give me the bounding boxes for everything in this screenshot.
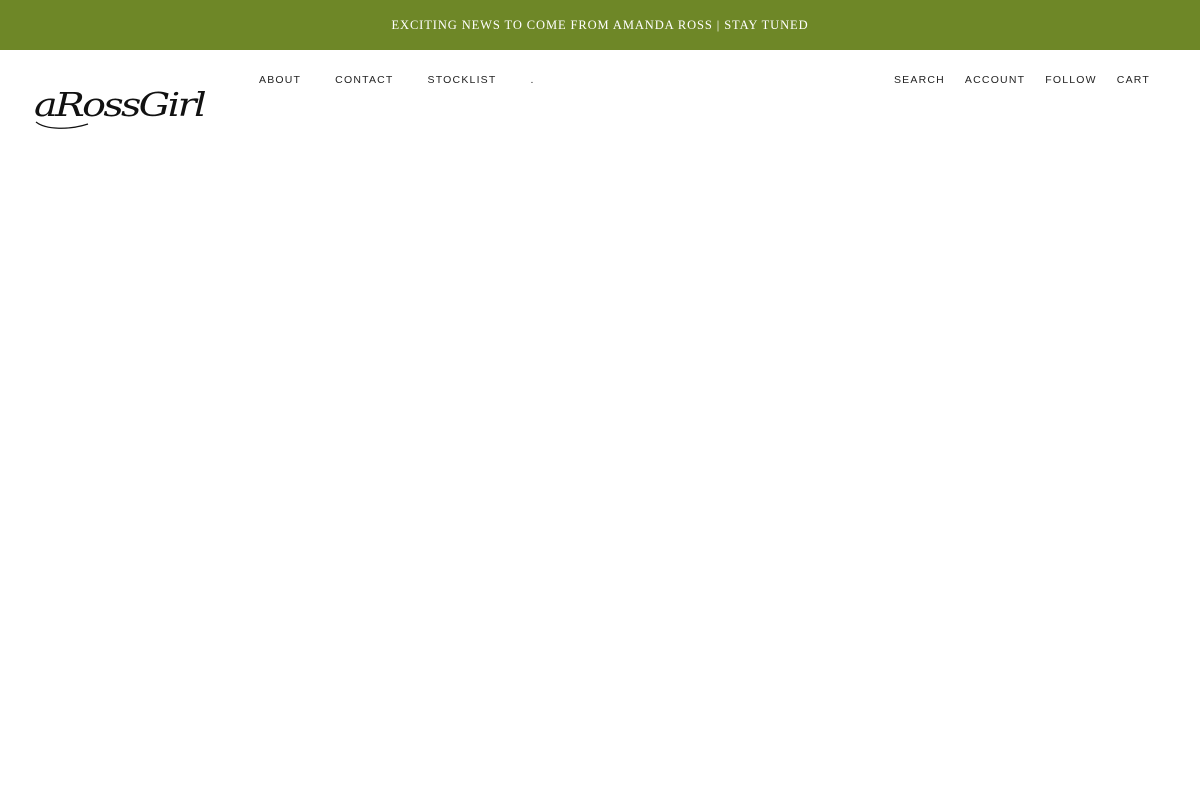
primary-nav: ABOUT CONTACT STOCKLIST . bbox=[259, 73, 569, 87]
nav-stocklist-link[interactable]: STOCKLIST bbox=[428, 73, 497, 87]
nav-dot-link[interactable]: . bbox=[531, 73, 535, 87]
follow-link[interactable]: FOLLOW bbox=[1045, 73, 1097, 87]
brand-logo[interactable]: aRossGirl bbox=[32, 86, 210, 132]
announcement-text[interactable]: EXCITING NEWS TO COME FROM AMANDA ROSS |… bbox=[391, 18, 808, 33]
logo-wordmark: aRossGirl bbox=[34, 86, 206, 124]
nav-about-link[interactable]: ABOUT bbox=[259, 73, 301, 87]
announcement-bar: EXCITING NEWS TO COME FROM AMANDA ROSS |… bbox=[0, 0, 1200, 50]
main-content-area bbox=[0, 150, 1200, 800]
site-header: aRossGirl ABOUT CONTACT STOCKLIST . SEAR… bbox=[0, 50, 1200, 150]
search-link[interactable]: SEARCH bbox=[894, 73, 945, 87]
cart-link[interactable]: CART bbox=[1117, 73, 1150, 87]
nav-contact-link[interactable]: CONTACT bbox=[335, 73, 393, 87]
utility-nav: SEARCH ACCOUNT FOLLOW CART bbox=[894, 73, 1150, 87]
script-wordmark-logo-icon: aRossGirl bbox=[34, 86, 208, 129]
account-link[interactable]: ACCOUNT bbox=[965, 73, 1025, 87]
